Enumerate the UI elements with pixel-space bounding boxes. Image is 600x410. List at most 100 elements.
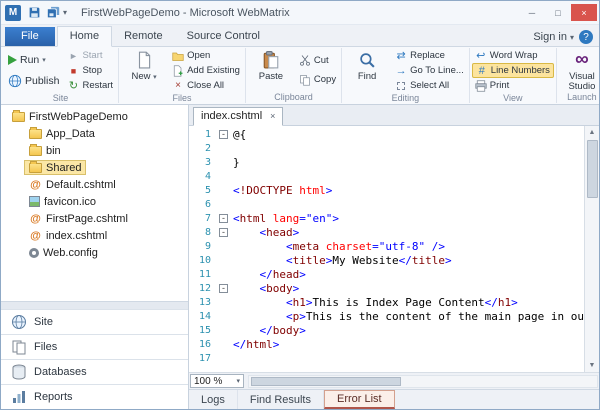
print-button[interactable]: Print: [472, 78, 554, 93]
go-to-line-button[interactable]: → Go To Line...: [392, 63, 467, 78]
word-wrap-button[interactable]: ↩ Word Wrap: [472, 48, 554, 63]
maximize-button[interactable]: □: [545, 4, 571, 21]
run-button[interactable]: Run ▾: [5, 51, 62, 69]
code-line[interactable]: </body>: [233, 324, 584, 338]
ribbon-group-editing: Find ⇄ Replace → Go To Line... Select Al…: [342, 48, 470, 103]
tab-find-results[interactable]: Find Results: [238, 390, 324, 409]
save-all-button[interactable]: [44, 4, 62, 22]
workspace-files[interactable]: Files: [1, 334, 188, 359]
sign-in-button[interactable]: Sign in ▾: [533, 31, 574, 43]
minimize-button[interactable]: ─: [519, 4, 545, 21]
new-button[interactable]: New ▾: [121, 48, 167, 93]
select-all-button[interactable]: Select All: [392, 78, 467, 93]
paste-button[interactable]: Paste: [248, 48, 294, 92]
close-button[interactable]: ×: [571, 4, 597, 21]
tab-file[interactable]: File: [5, 27, 55, 46]
add-existing-button[interactable]: Add Existing: [169, 63, 243, 78]
tree-item-bin[interactable]: bin: [1, 142, 188, 159]
publish-button[interactable]: Publish: [5, 72, 62, 90]
horizontal-scrollbar[interactable]: [248, 375, 598, 388]
scroll-down-icon[interactable]: ▼: [585, 359, 599, 372]
fold-toggle-icon[interactable]: -: [219, 284, 228, 293]
tab-home[interactable]: Home: [57, 26, 112, 47]
code-lines[interactable]: -@{}<!DOCTYPE html>-<html lang="en">- <h…: [215, 126, 584, 372]
code-line[interactable]: }: [233, 156, 584, 170]
close-all-button[interactable]: × Close All: [169, 78, 243, 93]
fold-toggle-icon[interactable]: -: [219, 214, 228, 223]
visual-studio-button[interactable]: ∞ Visual Studio: [559, 48, 599, 92]
help-icon[interactable]: ?: [579, 30, 593, 44]
line-numbers-button[interactable]: # Line Numbers: [472, 63, 554, 78]
error-list-label: Error List: [337, 393, 382, 405]
cut-button[interactable]: Cut: [296, 53, 339, 68]
tree-item-firstpage-cshtml[interactable]: @FirstPage.cshtml: [1, 210, 188, 227]
code-line[interactable]: <title>My Website</title>: [233, 254, 584, 268]
open-folder-icon: [172, 50, 184, 62]
restart-button[interactable]: ↻ Restart: [64, 78, 116, 93]
quick-access-dropdown-icon[interactable]: ▾: [63, 8, 67, 17]
code-segment: />: [425, 240, 445, 253]
find-button[interactable]: Find: [344, 48, 390, 93]
fold-toggle-icon[interactable]: -: [219, 130, 228, 139]
code-line[interactable]: <h1>This is Index Page Content</h1>: [233, 296, 584, 310]
code-line[interactable]: - <head>: [233, 226, 584, 240]
code-segment: <: [286, 310, 293, 323]
code-line[interactable]: - <body>: [233, 282, 584, 296]
group-label-editing: Editing: [344, 93, 467, 104]
stop-button[interactable]: ■ Stop: [64, 63, 116, 78]
copy-button[interactable]: Copy: [296, 72, 339, 87]
tree-item-default-cshtml[interactable]: @Default.cshtml: [1, 176, 188, 193]
code-segment: html: [240, 212, 267, 225]
code-segment: >: [293, 282, 300, 295]
code-segment: lang: [266, 212, 299, 225]
tree-item-favicon-ico[interactable]: favicon.ico: [1, 193, 188, 210]
tree-item-firstwebpagedemo[interactable]: FirstWebPageDemo: [1, 108, 188, 125]
tab-logs[interactable]: Logs: [189, 390, 238, 409]
tree-item-app-data[interactable]: App_Data: [1, 125, 188, 142]
workspace-site[interactable]: Site: [1, 309, 188, 334]
editor-tab-index-cshtml[interactable]: index.cshtml ×: [193, 107, 283, 126]
code-line[interactable]: <!DOCTYPE html>: [233, 184, 584, 198]
code-line[interactable]: <p>This is the content of the main page …: [233, 310, 584, 324]
folder-icon: [29, 129, 42, 139]
tab-remote[interactable]: Remote: [112, 27, 175, 46]
zoom-value: 100 %: [194, 376, 222, 387]
line-number: 3: [189, 156, 215, 170]
tab-close-icon[interactable]: ×: [270, 111, 275, 121]
code-line[interactable]: <meta charset="utf-8" />: [233, 240, 584, 254]
code-segment: >: [445, 254, 452, 267]
code-segment: <: [233, 184, 240, 197]
code-segment: =: [372, 240, 379, 253]
code-line[interactable]: [233, 352, 584, 366]
tree-item-web-config[interactable]: Web.config: [1, 244, 188, 261]
tab-source-control[interactable]: Source Control: [175, 27, 272, 46]
code-line[interactable]: [233, 198, 584, 212]
horizontal-scroll-thumb[interactable]: [251, 377, 401, 386]
code-segment: >: [299, 310, 306, 323]
open-button[interactable]: Open: [169, 48, 243, 63]
tree-item-index-cshtml[interactable]: @index.cshtml: [1, 227, 188, 244]
vertical-scrollbar[interactable]: ▲ ▼: [584, 126, 599, 372]
tab-error-list[interactable]: Error List: [324, 390, 395, 409]
code-line[interactable]: </head>: [233, 268, 584, 282]
config-gear-icon: [29, 248, 39, 258]
code-line[interactable]: -<html lang="en">: [233, 212, 584, 226]
vertical-scroll-thumb[interactable]: [587, 140, 598, 198]
tree-item-inner: Shared: [24, 160, 86, 175]
new-label: New: [131, 71, 150, 82]
code-line[interactable]: </html>: [233, 338, 584, 352]
code-line[interactable]: [233, 142, 584, 156]
start-button[interactable]: ► Start: [64, 48, 116, 63]
zoom-control[interactable]: 100 % ▾: [190, 374, 244, 388]
scroll-up-icon[interactable]: ▲: [585, 126, 599, 139]
replace-button[interactable]: ⇄ Replace: [392, 48, 467, 63]
save-button[interactable]: [25, 4, 43, 22]
folder-icon: [29, 146, 42, 156]
code-line[interactable]: [233, 170, 584, 184]
tree-item-shared[interactable]: Shared: [1, 159, 188, 176]
workspace-reports[interactable]: Reports: [1, 384, 188, 409]
fold-toggle-icon[interactable]: -: [219, 228, 228, 237]
workspace-databases[interactable]: Databases: [1, 359, 188, 384]
line-number: 2: [189, 142, 215, 156]
code-line[interactable]: -@{: [233, 128, 584, 142]
